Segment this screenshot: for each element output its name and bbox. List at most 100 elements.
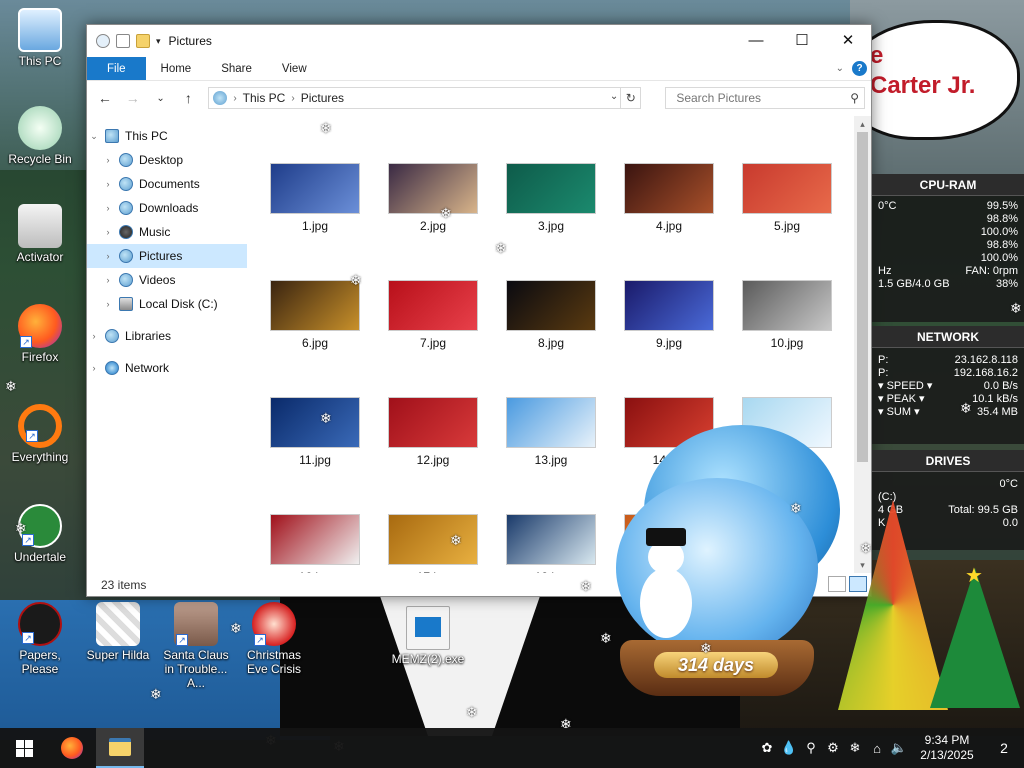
file-tile[interactable]: 8.jpg [503, 280, 599, 350]
search-box[interactable]: ⚲ [665, 87, 865, 109]
gadget-row: ▾ SUM ▾ 35.4 MB [872, 406, 1024, 419]
network-icon[interactable]: ⌂ [866, 741, 888, 756]
tab-home[interactable]: Home [146, 57, 207, 80]
file-tile[interactable]: 11.jpg [267, 397, 363, 467]
notifications-button[interactable]: 2 [984, 728, 1024, 768]
back-button[interactable]: ← [93, 86, 117, 110]
quick-access-dropdown-icon[interactable]: ▾ [156, 36, 161, 47]
scroll-down-icon[interactable]: ▾ [854, 557, 871, 573]
item-count: 23 items [101, 577, 147, 592]
search-input[interactable] [674, 90, 845, 106]
tab-view[interactable]: View [267, 57, 322, 80]
tab-file[interactable]: File [87, 57, 146, 80]
expand-ribbon-icon[interactable]: ⌄ [836, 63, 844, 74]
desktop-icon-undertale[interactable]: ↗ Undertale [2, 504, 78, 564]
nav-item-pictures[interactable]: › Pictures [87, 244, 247, 268]
file-tile[interactable]: 5.jpg [739, 163, 835, 233]
desktop-icon-this-pc[interactable]: This PC [2, 8, 78, 68]
file-tile[interactable]: 16.jpg [267, 514, 363, 573]
file-tile[interactable]: 12.jpg [385, 397, 481, 467]
breadcrumb-pictures[interactable]: Pictures [301, 91, 344, 105]
file-tile[interactable]: 7.jpg [385, 280, 481, 350]
collapsed-chevron-icon[interactable]: › [87, 363, 101, 373]
desktop-icon-papers-please[interactable]: ↗ Papers, Please [2, 602, 78, 676]
tray-settings-icon[interactable]: ⚙ [822, 740, 844, 756]
desktop-icon-firefox[interactable]: ↗ Firefox [2, 304, 78, 364]
search-icon[interactable]: ⚲ [850, 91, 859, 105]
taskbar-firefox[interactable] [48, 728, 96, 768]
desktop-icon-everything[interactable]: ↗ Everything [2, 404, 78, 464]
details-view-button[interactable] [828, 576, 846, 592]
help-icon[interactable]: ? [852, 61, 867, 76]
collapsed-chevron-icon[interactable]: › [101, 275, 115, 285]
desktop-icon-christmas-eve-crisis[interactable]: ↗ Christmas Eve Crisis [236, 602, 312, 676]
nav-item-network[interactable]: › Network [87, 356, 247, 380]
new-folder-icon[interactable] [136, 34, 150, 48]
nav-item-local-disk[interactable]: › Local Disk (C:) [87, 292, 247, 316]
tray-drop-icon[interactable]: 💧 [778, 740, 800, 756]
large-icons-view-button[interactable] [849, 576, 867, 592]
file-tile[interactable]: 17.jpg [385, 514, 481, 573]
file-tile[interactable]: 18.jpg [503, 514, 599, 573]
maximize-button[interactable]: ☐ [779, 25, 825, 55]
desktop-icon-santa-claus-in-trouble[interactable]: ↗ Santa Claus in Trouble... A... [158, 602, 234, 690]
vertical-scrollbar[interactable]: ▴ ▾ [854, 116, 871, 573]
nav-item-music[interactable]: › Music [87, 220, 247, 244]
file-tile[interactable]: 10.jpg [739, 280, 835, 350]
taskbar-clock[interactable]: 9:34 PM 2/13/2025 [910, 733, 984, 763]
forward-button[interactable]: → [121, 86, 145, 110]
nav-item-label: Network [125, 361, 170, 375]
refresh-icon[interactable]: ↻ [620, 88, 640, 108]
up-button[interactable]: ↑ [176, 86, 200, 110]
tab-share[interactable]: Share [206, 57, 267, 80]
file-tile[interactable]: 1.jpg [267, 163, 363, 233]
collapsed-chevron-icon[interactable]: › [101, 227, 115, 237]
image-thumbnail [270, 397, 360, 448]
volume-icon[interactable]: 🔈 [888, 740, 910, 756]
file-tile[interactable]: 3.jpg [503, 163, 599, 233]
tray-app-icon[interactable]: ✿ [756, 740, 778, 756]
collapsed-chevron-icon[interactable]: › [101, 203, 115, 213]
nav-item-videos[interactable]: › Videos [87, 268, 247, 292]
properties-checkbox-icon[interactable] [116, 34, 130, 48]
collapsed-chevron-icon[interactable]: › [101, 179, 115, 189]
file-tile[interactable]: 13.jpg [503, 397, 599, 467]
scrollbar-thumb[interactable] [857, 132, 868, 462]
collapsed-chevron-icon[interactable]: › [101, 155, 115, 165]
tray-snowflake-icon[interactable]: ❄ [844, 740, 866, 756]
expanded-chevron-icon[interactable]: ⌄ [87, 131, 101, 142]
minimize-button[interactable]: — [733, 25, 779, 55]
start-button[interactable] [0, 728, 48, 768]
nav-item-documents[interactable]: › Documents [87, 172, 247, 196]
gadget-row: 100.0% [872, 252, 1024, 265]
gadget-row-label: P: [878, 354, 889, 366]
gadget-title: CPU-RAM [872, 174, 1024, 196]
file-tile[interactable]: 2.jpg [385, 163, 481, 233]
desktop-icon-super-hilda[interactable]: Super Hilda [80, 602, 156, 662]
nav-item-desktop[interactable]: › Desktop [87, 148, 247, 172]
desktop-icon-memz[interactable]: MEMZ(2).exe [390, 606, 466, 666]
address-bar[interactable]: › This PC › Pictures ⌄ ↻ [208, 87, 642, 109]
collapsed-chevron-icon[interactable]: › [101, 251, 115, 261]
nav-item-this-pc[interactable]: ⌄ This PC [87, 124, 247, 148]
window-titlebar[interactable]: ▾ Pictures — ☐ ✕ [87, 25, 871, 57]
address-dropdown-icon[interactable]: ⌄ [610, 91, 618, 102]
executable-window-icon [406, 606, 450, 650]
taskbar-file-explorer[interactable] [96, 728, 144, 768]
recent-locations-icon[interactable]: ⌄ [149, 86, 173, 110]
file-tile[interactable]: 9.jpg [621, 280, 717, 350]
scroll-up-icon[interactable]: ▴ [854, 116, 871, 132]
speech-bubble-text: e Carter Jr. [870, 42, 976, 99]
nav-item-libraries[interactable]: › Libraries [87, 324, 247, 348]
tray-search-icon[interactable]: ⚲ [800, 740, 822, 756]
gadget-row: 98.8% [872, 213, 1024, 226]
desktop-icon-activator[interactable]: Activator [2, 204, 78, 264]
file-tile[interactable]: 4.jpg [621, 163, 717, 233]
breadcrumb-this-pc[interactable]: This PC [243, 91, 286, 105]
collapsed-chevron-icon[interactable]: › [87, 331, 101, 341]
close-button[interactable]: ✕ [825, 25, 871, 55]
nav-item-downloads[interactable]: › Downloads [87, 196, 247, 220]
file-tile[interactable]: 6.jpg [267, 280, 363, 350]
desktop-icon-recycle-bin[interactable]: Recycle Bin [2, 106, 78, 166]
collapsed-chevron-icon[interactable]: › [101, 299, 115, 309]
